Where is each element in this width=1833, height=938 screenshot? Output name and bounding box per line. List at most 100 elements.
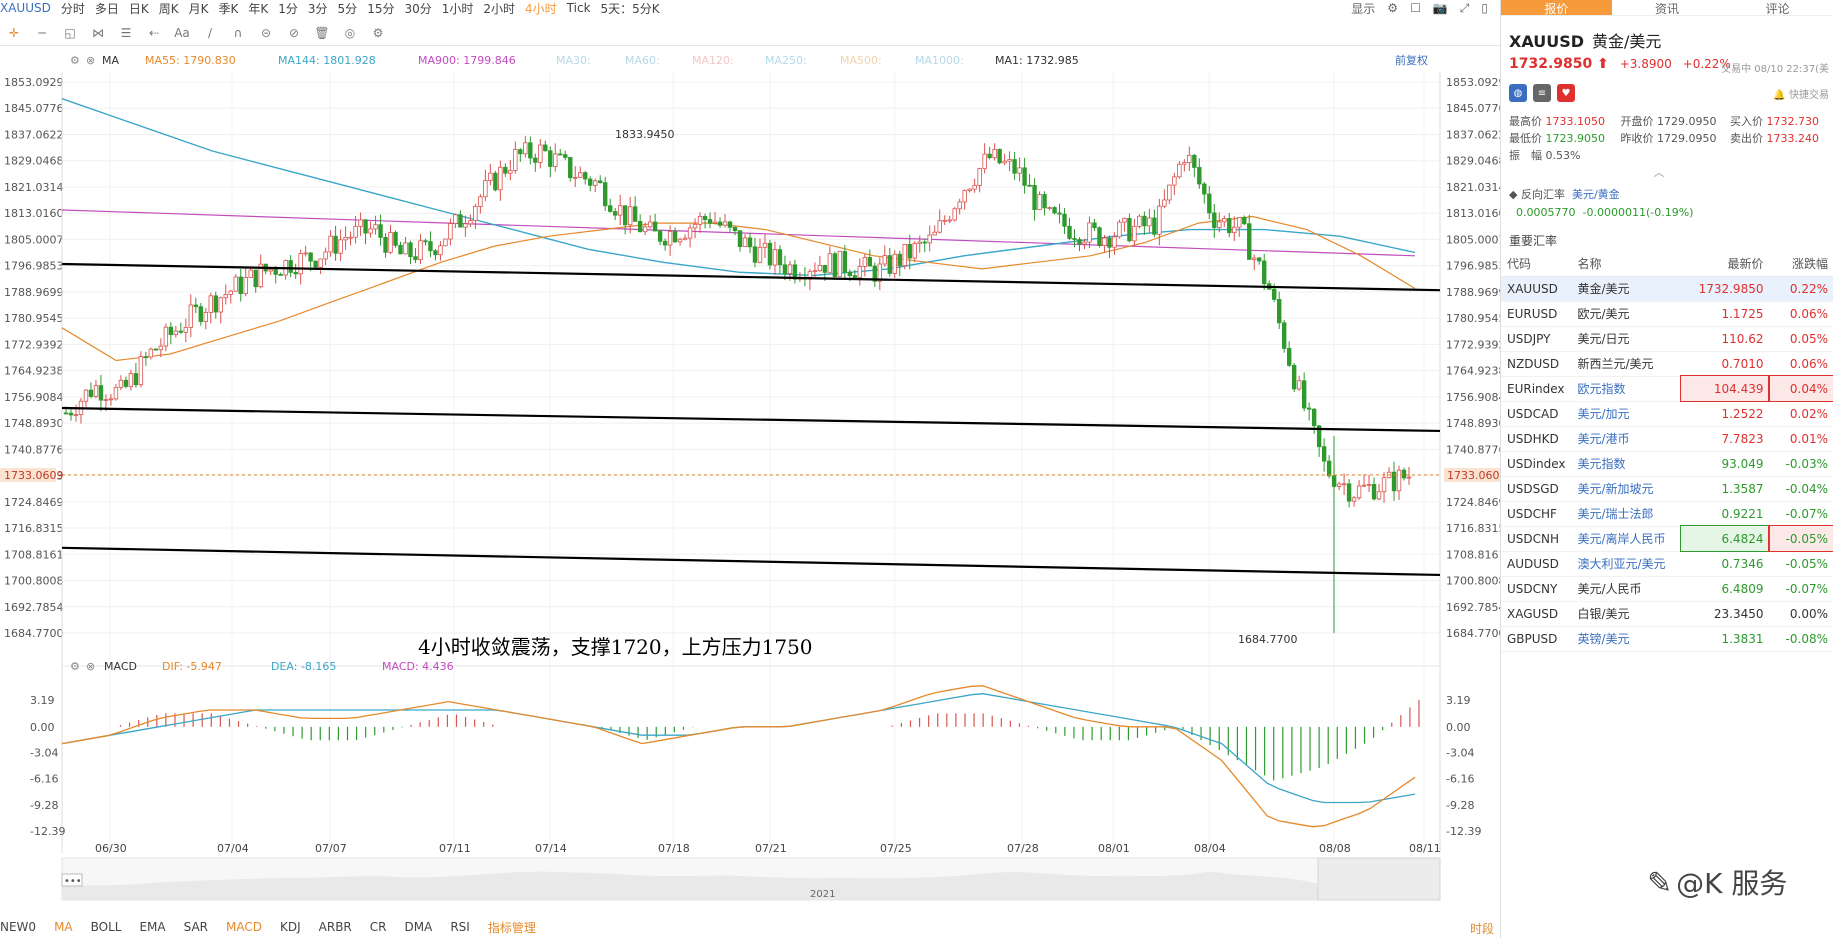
chart-tool-icon[interactable]: ▯	[1481, 1, 1488, 15]
table-row[interactable]: EURindex 欧元指数 104.439 0.04%	[1501, 375, 1833, 402]
price-tick-right: 1764.9238	[1446, 365, 1500, 378]
list-icon[interactable]: ≡	[1533, 84, 1551, 102]
col-name[interactable]: 名称	[1571, 252, 1682, 277]
period-tab[interactable]: Tick	[567, 1, 591, 15]
candle	[662, 240, 668, 246]
globe-icon[interactable]: ◍	[1509, 84, 1527, 102]
table-row[interactable]: EURUSD 欧元/美元 1.1725 0.06%	[1501, 301, 1833, 327]
candle	[1197, 167, 1202, 185]
period-tab[interactable]: 日K	[129, 0, 149, 17]
indicator-tab[interactable]: 指标管理	[488, 919, 536, 936]
tab-comment[interactable]: 评论	[1722, 0, 1833, 16]
delete-icon[interactable]: 🗑	[313, 24, 331, 42]
period-tab[interactable]: 15分	[367, 0, 394, 17]
period-tab[interactable]: 5天：5分K	[601, 0, 660, 17]
col-price[interactable]: 最新价	[1681, 252, 1770, 277]
period-tab[interactable]: 2小时	[483, 0, 515, 17]
table-row[interactable]: USDCHF 美元/瑞士法郎 0.9221 -0.07%	[1501, 501, 1833, 527]
period-tab[interactable]: 30分	[404, 0, 431, 17]
shape-tool-icon[interactable]: ◱	[61, 24, 79, 42]
period-tab[interactable]: 季K	[219, 0, 239, 17]
heart-icon[interactable]: ♥	[1557, 84, 1575, 102]
indicator-tab[interactable]: RSI	[450, 920, 470, 934]
period-tab[interactable]: 周K	[159, 0, 179, 17]
period-tab[interactable]: 年K	[248, 0, 268, 17]
price-tick-left: 1829.0468	[4, 155, 64, 168]
tab-news[interactable]: 资讯	[1612, 0, 1723, 16]
chart-tool-icon[interactable]: ☐	[1410, 1, 1421, 15]
table-row[interactable]: AUDUSD 澳大利亚元/美元 0.7346 -0.05%	[1501, 551, 1833, 577]
table-row[interactable]: XAGUSD 白银/美元 23.3450 0.00%	[1501, 601, 1833, 627]
chart-tool-icon[interactable]: 📷	[1433, 1, 1448, 15]
indicator-tab[interactable]: KDJ	[280, 920, 301, 934]
indicator-tab[interactable]: DMA	[405, 920, 433, 934]
hide-icon[interactable]: ⊘	[285, 24, 303, 42]
chart-tool-icon[interactable]: 显示	[1351, 0, 1375, 17]
text-tool-icon[interactable]: Aa	[173, 24, 191, 42]
symbol-tab[interactable]: XAUUSD	[0, 1, 51, 15]
quick-trade[interactable]: 🔔 快捷交易	[1773, 86, 1829, 101]
candle	[268, 268, 273, 272]
table-row[interactable]: USDSGD 美元/新加坡元 1.3587 -0.04%	[1501, 476, 1833, 502]
arrow-tool-icon[interactable]: ⇠	[145, 24, 163, 42]
collapse-icon[interactable]: ︿	[1509, 164, 1809, 181]
indicator-tab[interactable]: MACD	[226, 920, 262, 934]
period-tab[interactable]: 3分	[308, 0, 328, 17]
fib-tool-icon[interactable]: ⋈	[89, 24, 107, 42]
indicator-tab[interactable]: BOLL	[91, 920, 122, 934]
candle	[388, 232, 393, 253]
col-code[interactable]: 代码	[1501, 252, 1572, 277]
pen-tool-icon[interactable]: ∕	[201, 24, 219, 42]
col-pct[interactable]: 涨跌幅	[1769, 252, 1833, 277]
period-tab[interactable]: 多日	[95, 0, 119, 17]
indicator-tab[interactable]: SAR	[184, 920, 208, 934]
period-tab[interactable]: 1分	[278, 0, 298, 17]
candle	[1281, 322, 1287, 349]
price-tick-right: 1772.9392	[1446, 338, 1500, 351]
table-row[interactable]: USDCNY 美元/人民币 6.4809 -0.07%	[1501, 576, 1833, 602]
chart-tool-icon[interactable]: ⚙	[1387, 1, 1398, 15]
row-code: NZDUSD	[1501, 351, 1572, 377]
price-tick-right: 1708.8161	[1446, 548, 1500, 561]
price-chart[interactable]: ⚙ ⊗ MA MA55: 1790.830 MA144: 1801.928 MA900: …	[0, 48, 1500, 916]
settings-icon[interactable]: ⚙	[369, 24, 387, 42]
visibility-icon[interactable]: ◎	[341, 24, 359, 42]
channel-tool-icon[interactable]: ☰	[117, 24, 135, 42]
tab-quote[interactable]: 报价	[1501, 0, 1612, 16]
indicator-tab[interactable]: NEW0	[0, 920, 36, 934]
magnet-icon[interactable]: ∩	[229, 24, 247, 42]
crosshair-icon[interactable]: ✛	[5, 24, 23, 42]
indicator-tab[interactable]: CR	[370, 920, 387, 934]
table-row[interactable]: USDJPY 美元/日元 110.62 0.05%	[1501, 326, 1833, 352]
indicator-tab[interactable]: ARBR	[319, 920, 352, 934]
table-row[interactable]: USDindex 美元指数 93.049 -0.03%	[1501, 451, 1833, 477]
candle	[1082, 241, 1087, 245]
macd-tick-left: -3.04	[30, 746, 58, 759]
indicator-tab[interactable]: MA	[54, 920, 73, 934]
period-tab[interactable]: 5分	[338, 0, 358, 17]
candle	[992, 148, 997, 159]
price-tick-right: 1796.9853	[1446, 260, 1500, 273]
lock-icon[interactable]: ⊝	[257, 24, 275, 42]
line-tool-icon[interactable]: ─	[33, 24, 51, 42]
candle	[697, 216, 703, 225]
table-row[interactable]: XAUUSD 黄金/美元 1732.9850 0.22%	[1501, 276, 1833, 302]
table-row[interactable]: GBPUSD 英镑/美元 1.3831 -0.08%	[1501, 626, 1833, 652]
candle	[83, 389, 89, 402]
period-tab[interactable]: 分时	[61, 0, 85, 17]
chart-tool-icon[interactable]: ⤢	[1460, 1, 1470, 16]
period-tab[interactable]: 月K	[189, 0, 209, 17]
table-row[interactable]: NZDUSD 新西兰元/美元 0.7010 0.06%	[1501, 351, 1833, 377]
table-row[interactable]: USDCNH 美元/离岸人民币 6.4824 -0.05%	[1501, 525, 1833, 552]
period-tab[interactable]: 4小时	[525, 0, 557, 17]
period-tab[interactable]: 1小时	[442, 0, 474, 17]
indicator-tab[interactable]: EMA	[139, 920, 165, 934]
timeframe-link[interactable]: 时段	[1470, 920, 1494, 937]
row-pct: 0.06%	[1769, 301, 1833, 327]
table-row[interactable]: USDHKD 美元/港币 7.7823 0.01%	[1501, 426, 1833, 452]
price-tick-left: 1813.0160	[4, 207, 64, 220]
row-price: 1.2522	[1681, 401, 1770, 427]
price-tick-left: 1853.0929	[4, 76, 64, 89]
macd-tick-left: -9.28	[30, 799, 58, 812]
table-row[interactable]: USDCAD 美元/加元 1.2522 0.02%	[1501, 401, 1833, 427]
